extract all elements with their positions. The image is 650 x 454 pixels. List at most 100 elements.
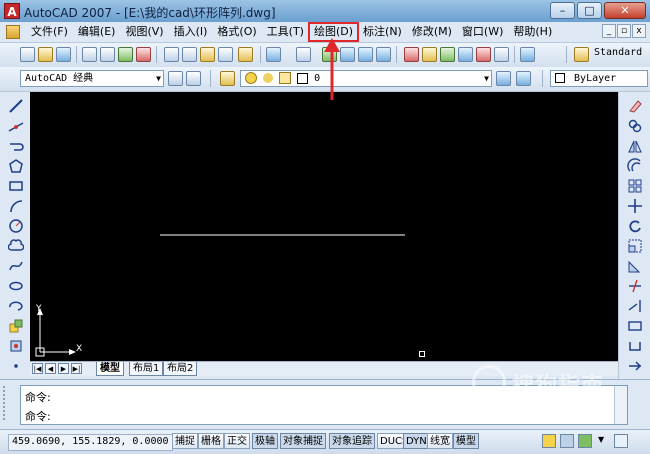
close-button[interactable]: ✕ [604, 2, 646, 19]
tab-model[interactable]: 模型 [96, 362, 124, 376]
plot-icon[interactable] [136, 47, 151, 62]
document-icon[interactable] [6, 25, 20, 39]
circle-icon[interactable] [8, 218, 24, 234]
coordinates-readout[interactable]: 459.0690, 155.1829, 0.0000 [8, 434, 173, 451]
ellipse-icon[interactable] [8, 278, 24, 294]
linetype-dropdown[interactable]: ByLayer [550, 70, 648, 87]
design-center-icon[interactable] [422, 47, 437, 62]
doc-minimize-button[interactable]: _ [602, 24, 616, 38]
tool-palettes-icon[interactable] [440, 47, 455, 62]
undo-icon[interactable] [266, 47, 281, 62]
calculator-icon[interactable] [494, 47, 509, 62]
doc-close-button[interactable]: x [632, 24, 646, 38]
zoom-window-icon[interactable] [358, 47, 373, 62]
command-prompt[interactable]: 命令: [25, 408, 51, 424]
status-menu-icon[interactable]: ▼ [598, 435, 604, 444]
layer-manager-icon[interactable] [220, 71, 235, 86]
grid-toggle[interactable]: 栅格 [198, 433, 224, 449]
menu-modify[interactable]: 修改(M) [407, 23, 457, 41]
maximize-button[interactable]: □ [577, 2, 602, 19]
paste-icon[interactable] [200, 47, 215, 62]
sheet-set-icon[interactable] [458, 47, 473, 62]
menu-dimension[interactable]: 标注(N) [358, 23, 407, 41]
layer-dropdown[interactable]: 0 ▼ [240, 70, 492, 87]
menu-tools[interactable]: 工具(T) [262, 23, 309, 41]
grip-handle[interactable] [419, 351, 425, 357]
construction-line-icon[interactable] [8, 118, 24, 134]
print-icon[interactable] [82, 47, 97, 62]
move-icon[interactable] [627, 198, 643, 214]
menu-insert[interactable]: 插入(I) [169, 23, 213, 41]
properties-icon[interactable] [404, 47, 419, 62]
first-tab-button[interactable]: |◀ [32, 363, 43, 374]
otrack-toggle[interactable]: 对象追踪 [329, 433, 375, 449]
command-window-grip[interactable] [3, 386, 17, 420]
workspace-dropdown[interactable]: AutoCAD 经典 ▼ [20, 70, 164, 87]
publish-icon[interactable] [118, 47, 133, 62]
ortho-toggle[interactable]: 正交 [224, 433, 250, 449]
copy-object-icon[interactable] [627, 118, 643, 134]
menu-view[interactable]: 视图(V) [120, 23, 168, 41]
last-tab-button[interactable]: ▶| [71, 363, 82, 374]
minimize-button[interactable]: – [550, 2, 575, 19]
dyn-toggle[interactable]: DYN [403, 433, 430, 449]
tab-layout2[interactable]: 布局2 [163, 362, 198, 376]
zoom-previous-icon[interactable] [376, 47, 391, 62]
revision-cloud-icon[interactable] [8, 238, 24, 254]
menu-format[interactable]: 格式(O) [212, 23, 261, 41]
snap-toggle[interactable]: 捕捉 [172, 433, 198, 449]
mirror-icon[interactable] [627, 138, 643, 154]
annotation-icon[interactable] [578, 434, 592, 448]
layer-previous-icon[interactable] [516, 71, 531, 86]
drawing-canvas[interactable]: Y X [30, 92, 618, 361]
workspace-save-icon[interactable] [186, 71, 201, 86]
menu-help[interactable]: 帮助(H) [508, 23, 557, 41]
title-bar[interactable]: A AutoCAD 2007 - [E:\我的cad\环形阵列.dwg] – □… [0, 0, 650, 22]
save-icon[interactable] [56, 47, 71, 62]
help-icon[interactable] [520, 47, 535, 62]
offset-icon[interactable] [627, 158, 643, 174]
block-editor-icon[interactable] [238, 47, 253, 62]
doc-restore-button[interactable]: ▫ [617, 24, 631, 38]
menu-file[interactable]: 文件(F) [26, 23, 73, 41]
open-file-icon[interactable] [38, 47, 53, 62]
copy-icon[interactable] [182, 47, 197, 62]
model-toggle[interactable]: 模型 [453, 433, 479, 449]
erase-icon[interactable] [627, 98, 643, 114]
lock-toolbar-icon[interactable] [560, 434, 574, 448]
autocad-logo-icon[interactable]: A [4, 3, 20, 19]
menu-edit[interactable]: 编辑(E) [73, 23, 121, 41]
array-icon[interactable] [627, 178, 643, 194]
match-properties-icon[interactable] [218, 47, 233, 62]
new-file-icon[interactable] [20, 47, 35, 62]
clean-screen-icon[interactable] [614, 434, 628, 448]
break-at-point-icon[interactable] [627, 318, 643, 334]
print-preview-icon[interactable] [100, 47, 115, 62]
make-object-layer-current-icon[interactable] [496, 71, 511, 86]
make-block-icon[interactable] [8, 338, 24, 354]
join-icon[interactable] [627, 338, 643, 354]
spline-icon[interactable] [8, 258, 24, 274]
stretch-icon[interactable] [627, 258, 643, 274]
text-style-icon[interactable] [574, 47, 589, 62]
menu-window[interactable]: 窗口(W) [457, 23, 508, 41]
tab-layout1[interactable]: 布局1 [129, 362, 164, 376]
trim-icon[interactable] [627, 278, 643, 294]
workspace-settings-icon[interactable] [168, 71, 183, 86]
rectangle-icon[interactable] [8, 178, 24, 194]
text-style-label[interactable]: Standard [594, 47, 642, 58]
communication-center-icon[interactable] [542, 434, 556, 448]
polyline-icon[interactable] [8, 138, 24, 154]
osnap-toggle[interactable]: 对象捕捉 [280, 433, 326, 449]
point-icon[interactable] [8, 358, 24, 374]
chamfer-icon[interactable] [627, 358, 643, 374]
rotate-icon[interactable] [627, 218, 643, 234]
insert-block-icon[interactable] [8, 318, 24, 334]
line-tool-icon[interactable] [8, 98, 24, 114]
arc-icon[interactable] [8, 198, 24, 214]
polygon-icon[interactable] [8, 158, 24, 174]
ellipse-arc-icon[interactable] [8, 298, 24, 314]
extend-icon[interactable] [627, 298, 643, 314]
next-tab-button[interactable]: ▶ [58, 363, 69, 374]
command-scrollbar[interactable] [614, 386, 627, 424]
